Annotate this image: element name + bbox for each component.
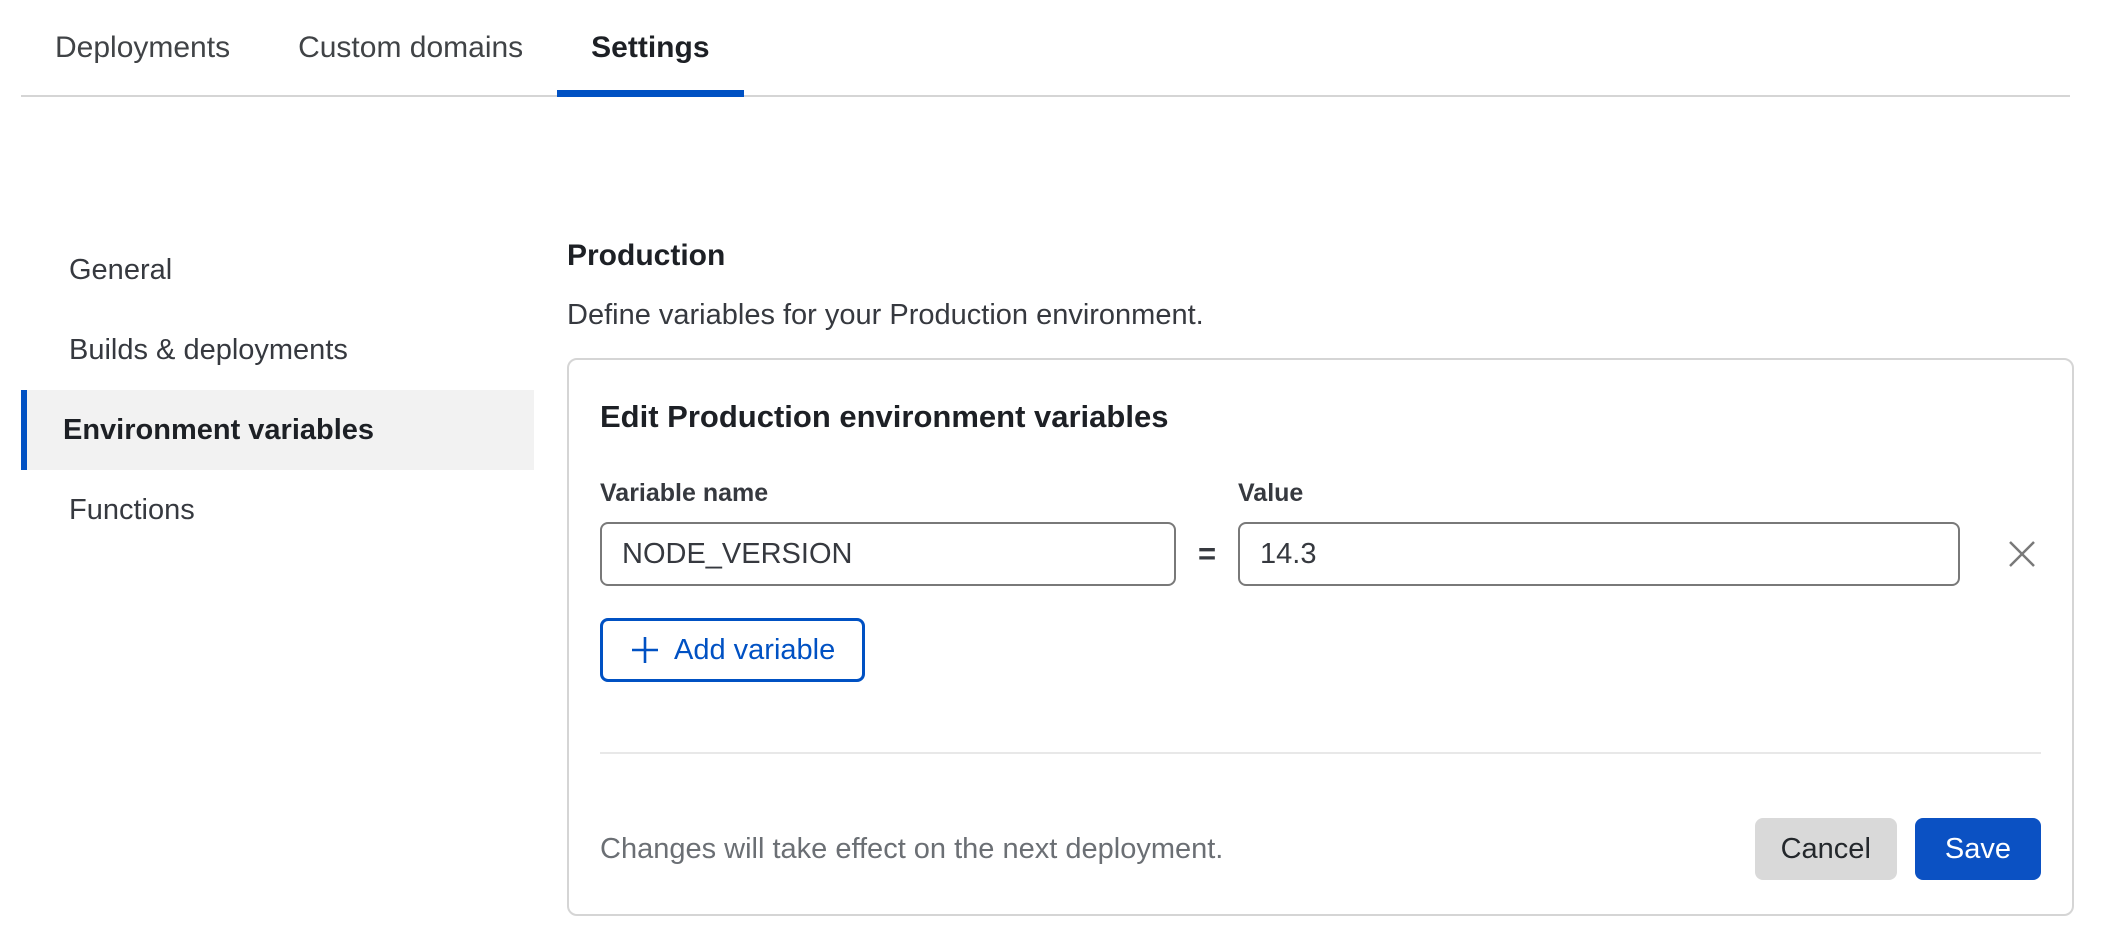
x-icon (2007, 539, 2037, 569)
variable-name-label: Variable name (600, 479, 1176, 508)
tab-deployments[interactable]: Deployments (21, 0, 264, 95)
env-variables-card: Edit Production environment variables Va… (567, 358, 2074, 916)
sidebar-item-general[interactable]: General (21, 230, 534, 310)
plus-icon (630, 635, 660, 665)
cancel-button[interactable]: Cancel (1755, 818, 1897, 880)
sidebar-item-environment-variables[interactable]: Environment variables (21, 390, 534, 470)
deployment-note: Changes will take effect on the next dep… (600, 833, 1223, 866)
equals-sign: = (1176, 522, 1238, 586)
tab-bar: Deployments Custom domains Settings (21, 0, 2070, 97)
footer-actions: Cancel Save (1755, 818, 2041, 880)
variable-row: Variable name = Value (600, 479, 2041, 586)
sidebar-item-builds-deployments[interactable]: Builds & deployments (21, 310, 534, 390)
page-description: Define variables for your Production env… (567, 298, 2074, 332)
variable-value-label: Value (1238, 479, 1960, 508)
content-area: General Builds & deployments Environment… (0, 97, 2121, 916)
tab-settings[interactable]: Settings (557, 0, 743, 95)
variable-value-input[interactable] (1238, 522, 1960, 586)
add-variable-label: Add variable (674, 634, 835, 667)
card-title: Edit Production environment variables (600, 398, 2041, 435)
tab-custom-domains[interactable]: Custom domains (264, 0, 557, 95)
add-variable-button[interactable]: Add variable (600, 618, 865, 682)
variable-name-field-group: Variable name (600, 479, 1176, 586)
page-title: Production (567, 238, 2074, 274)
card-divider (600, 752, 2041, 754)
main-panel: Production Define variables for your Pro… (567, 230, 2074, 916)
card-footer: Changes will take effect on the next dep… (600, 818, 2041, 880)
save-button[interactable]: Save (1915, 818, 2041, 880)
settings-sidebar: General Builds & deployments Environment… (21, 230, 534, 916)
remove-variable-button[interactable] (2006, 522, 2038, 586)
variable-name-input[interactable] (600, 522, 1176, 586)
variable-value-field-group: Value (1238, 479, 1960, 586)
sidebar-item-functions[interactable]: Functions (21, 470, 534, 550)
